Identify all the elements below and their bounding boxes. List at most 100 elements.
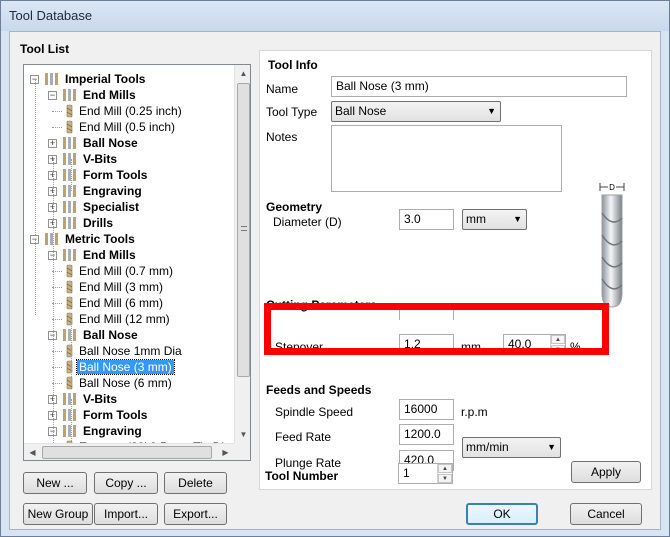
name-input[interactable]: Ball Nose (3 mm) xyxy=(331,76,627,97)
tool-group-icon xyxy=(63,393,76,405)
diameter-label: Diameter (D) xyxy=(273,215,342,229)
tree-item[interactable]: End Mill (3 mm) xyxy=(24,279,234,295)
tree-item[interactable]: + V-Bits xyxy=(24,391,234,407)
tree-item-label: End Mill (0.5 inch) xyxy=(79,120,176,134)
tree-item-label: End Mill (6 mm) xyxy=(79,296,164,310)
tool-group-icon xyxy=(63,217,76,229)
tree-item[interactable]: − End Mills xyxy=(24,87,234,103)
tool-group-icon xyxy=(63,329,76,341)
new-group-button[interactable]: New Group xyxy=(23,503,93,525)
notes-label: Notes xyxy=(266,130,298,144)
tree-item[interactable]: + Form Tools xyxy=(24,407,234,423)
tree-item[interactable]: + Form Tools xyxy=(24,167,234,183)
tool-group-icon xyxy=(45,233,58,245)
apply-button[interactable]: Apply xyxy=(571,461,641,483)
tree-item[interactable]: Ball Nose (3 mm) xyxy=(24,359,234,375)
tool-bit-icon xyxy=(66,376,73,390)
tree-item[interactable]: End Mill (0.25 inch) xyxy=(24,103,234,119)
tree-item[interactable]: − Engraving xyxy=(24,423,234,439)
tree-item-label: Ball Nose xyxy=(83,328,138,342)
tree-item[interactable]: − Metric Tools xyxy=(24,231,234,247)
spindle-speed-input[interactable]: 16000 xyxy=(399,399,454,420)
diameter-input[interactable]: 3.0 xyxy=(399,209,454,230)
tree-item-label: Specialist xyxy=(83,200,140,214)
tree-item[interactable]: + Specialist xyxy=(24,199,234,215)
tree-item-label: Form Tools xyxy=(83,408,148,422)
copy-button[interactable]: Copy ... xyxy=(94,472,158,494)
expand-icon[interactable]: + xyxy=(48,139,57,148)
diameter-units-dropdown[interactable]: mm ▼ xyxy=(462,209,527,230)
tree-item[interactable]: End Mill (0.5 inch) xyxy=(24,119,234,135)
stepover-percent-input[interactable]: 40.0 ▲ ▼ xyxy=(503,334,566,355)
tree-item[interactable]: + Engraving xyxy=(24,183,234,199)
vertical-scroll-thumb[interactable] xyxy=(237,83,250,377)
tool-bit-icon xyxy=(66,104,73,118)
tree-item[interactable]: Ball Nose (6 mm) xyxy=(24,375,234,391)
tree-vertical-scrollbar[interactable]: ▲ ▼ xyxy=(234,65,250,443)
new-button[interactable]: New ... xyxy=(23,472,87,494)
tool-number-label: Tool Number xyxy=(265,469,339,483)
import-button[interactable]: Import... xyxy=(94,503,158,525)
tree-item-label: Metric Tools xyxy=(65,232,135,246)
tree-item[interactable]: − Imperial Tools xyxy=(24,71,234,87)
tree-item-label: V-Bits xyxy=(83,152,118,166)
feeds-speeds-label: Feeds and Speeds xyxy=(266,383,372,397)
cancel-button[interactable]: Cancel xyxy=(570,503,642,525)
tree-item[interactable]: − Ball Nose xyxy=(24,327,234,343)
tree-item-label: End Mill (0.25 inch) xyxy=(79,104,182,118)
tree-item[interactable]: + V-Bits xyxy=(24,151,234,167)
tool-database-window: Tool Database Tool List − Imperial Tools −… xyxy=(0,0,670,537)
tree-item[interactable]: End Mill (6 mm) xyxy=(24,295,234,311)
tree-horizontal-scrollbar[interactable]: ◀ ▶ xyxy=(24,443,234,460)
tool-group-icon xyxy=(63,249,76,261)
rate-units-value: mm/min xyxy=(466,440,509,454)
tool-bit-icon xyxy=(66,360,73,374)
tree-item[interactable]: End Mill (0.7 mm) xyxy=(24,263,234,279)
delete-button[interactable]: Delete xyxy=(164,472,227,494)
scroll-left-icon[interactable]: ◀ xyxy=(24,444,41,460)
export-button[interactable]: Export... xyxy=(164,503,227,525)
tool-tree[interactable]: − Imperial Tools − End Mills End Mill (0.25 … xyxy=(23,64,251,461)
chevron-down-icon: ▼ xyxy=(513,214,522,224)
tree-item[interactable]: − End Mills xyxy=(24,247,234,263)
scroll-up-icon[interactable]: ▲ xyxy=(235,65,250,82)
tool-number-input[interactable]: 1 ▲ ▼ xyxy=(398,463,453,484)
stepover-spinner[interactable]: ▲ ▼ xyxy=(550,335,565,354)
tree-item-label: End Mill (3 mm) xyxy=(79,280,164,294)
tree-item[interactable]: + Ball Nose xyxy=(24,135,234,151)
plunge-rate-label: Plunge Rate xyxy=(275,456,342,470)
tree-item[interactable]: + Drills xyxy=(24,215,234,231)
tool-type-value: Ball Nose xyxy=(335,104,387,118)
tree-item[interactable]: Ball Nose 1mm Dia xyxy=(24,343,234,359)
tree-item-label: Form Tools xyxy=(83,168,148,182)
scroll-right-icon[interactable]: ▶ xyxy=(217,444,234,460)
tree-item[interactable]: End Mill (12 mm) xyxy=(24,311,234,327)
tool-group-icon xyxy=(45,73,58,85)
tool-bit-icon xyxy=(66,296,73,310)
ball-nose-tool-icon: D xyxy=(599,182,625,308)
cutting-parameters-label: Cutting Parameters xyxy=(266,298,377,312)
tool-group-icon xyxy=(63,425,76,437)
tool-group-icon xyxy=(63,137,76,149)
tool-type-dropdown[interactable]: Ball Nose ▼ xyxy=(331,101,501,122)
stepover-input[interactable]: 1.2 xyxy=(399,334,454,355)
stepover-percent-value: 40.0 xyxy=(508,337,532,351)
tool-bit-icon xyxy=(66,280,73,294)
tool-group-icon xyxy=(63,89,76,101)
tree-item-label: End Mill (12 mm) xyxy=(79,312,170,326)
tool-bit-icon xyxy=(66,120,73,134)
tool-group-icon xyxy=(63,185,76,197)
notes-textarea[interactable] xyxy=(331,125,562,192)
title-bar[interactable]: Tool Database xyxy=(1,1,669,31)
ok-button[interactable]: OK xyxy=(466,503,538,525)
chevron-down-icon: ▼ xyxy=(487,106,496,116)
rate-units-dropdown[interactable]: mm/min ▼ xyxy=(462,437,561,458)
scroll-down-icon[interactable]: ▼ xyxy=(235,426,250,443)
tool-number-spinner[interactable]: ▲ ▼ xyxy=(437,464,452,483)
horizontal-scroll-thumb[interactable] xyxy=(42,446,212,459)
feed-rate-input[interactable]: 1200.0 xyxy=(399,424,454,445)
tree-item-label: Ball Nose xyxy=(83,136,138,150)
collapse-icon[interactable]: − xyxy=(48,91,57,100)
tool-type-label: Tool Type xyxy=(266,105,318,119)
tree-item-label: Engraving xyxy=(83,184,142,198)
